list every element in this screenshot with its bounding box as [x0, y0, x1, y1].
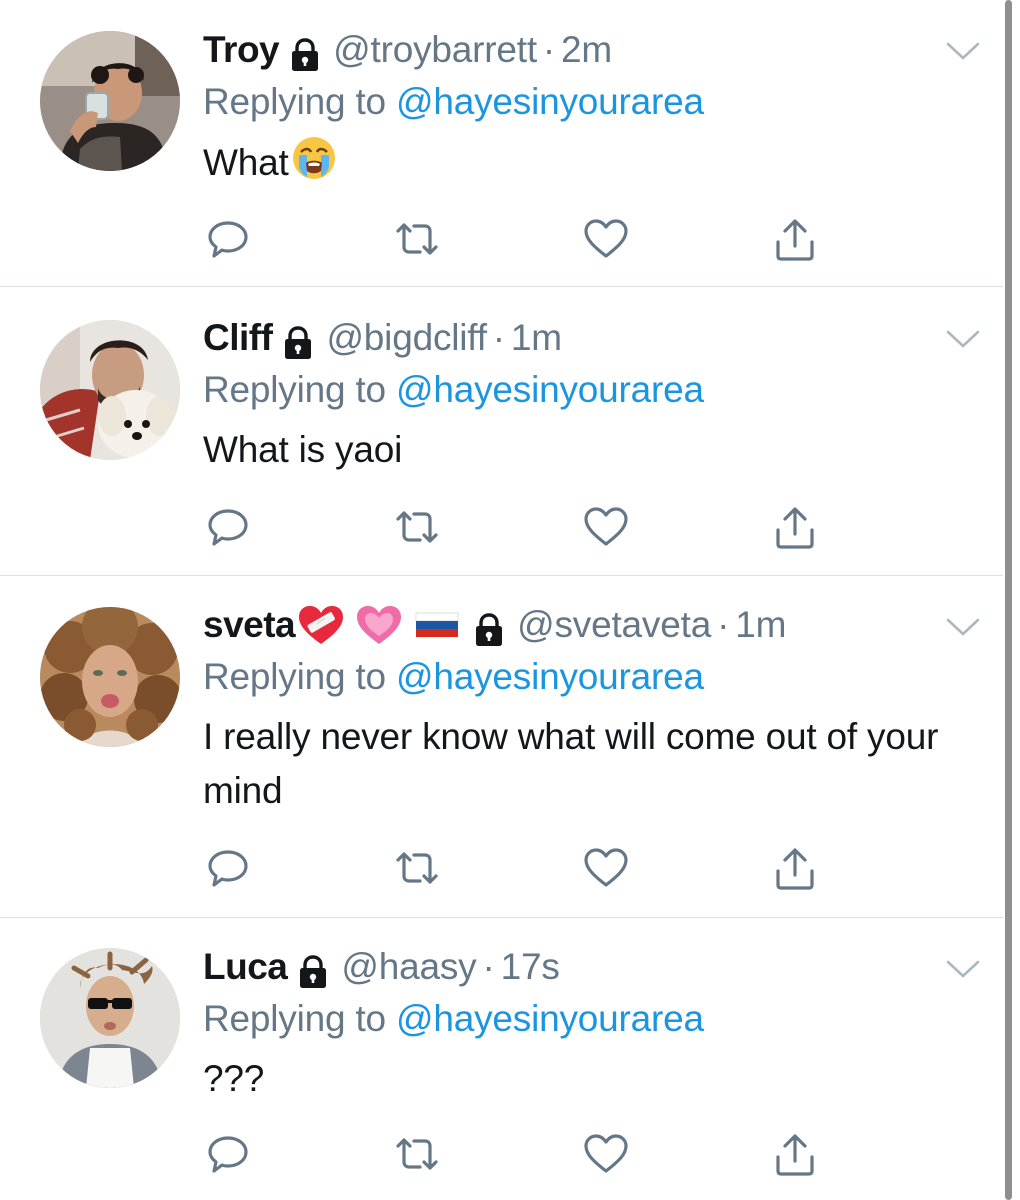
tweet-text-content: What — [203, 142, 289, 183]
retweet-icon[interactable] — [392, 1129, 442, 1179]
replying-to-handle[interactable]: @hayesinyourarea — [396, 369, 704, 410]
lock-icon — [289, 33, 321, 71]
tweet-header: Troy @troybarrett · 2m — [203, 23, 983, 77]
lock-icon — [297, 950, 329, 988]
separator-dot: · — [542, 29, 556, 70]
replying-to-handle[interactable]: @hayesinyourarea — [396, 998, 704, 1039]
tweet-cliff[interactable]: Cliff @bigdcliff · 1m Replying to @hayes… — [0, 287, 1003, 576]
tweet-actions — [203, 843, 823, 893]
tweet-header: Cliff @bigdcliff · 1m — [203, 311, 983, 365]
replying-to-line: Replying to @hayesinyourarea — [203, 994, 983, 1044]
tweet-troy[interactable]: Troy @troybarrett · 2m Replying to @haye… — [0, 0, 1003, 287]
avatar-sveta[interactable] — [40, 607, 180, 747]
avatar-troy[interactable] — [40, 31, 180, 171]
chevron-down-icon[interactable] — [945, 958, 981, 980]
retweet-icon[interactable] — [392, 843, 442, 893]
reply-timeline: Troy @troybarrett · 2m Replying to @haye… — [0, 0, 1003, 1200]
reply-icon[interactable] — [203, 502, 253, 552]
avatar-cliff[interactable] — [40, 320, 180, 460]
timestamp[interactable]: 2m — [561, 23, 612, 77]
user-handle[interactable]: @haasy — [341, 940, 476, 994]
replying-to-label: Replying to — [203, 998, 386, 1039]
display-name[interactable]: Cliff — [203, 311, 273, 365]
lock-icon — [282, 321, 314, 359]
chevron-down-icon[interactable] — [945, 40, 981, 62]
timestamp[interactable]: 17s — [501, 940, 560, 994]
display-name[interactable]: Luca — [203, 940, 288, 994]
scrollbar[interactable] — [1005, 0, 1012, 1200]
tweet-actions — [203, 502, 823, 552]
tweet-sveta[interactable]: sveta @svetaveta · 1m Replying to @hayes… — [0, 576, 1003, 918]
share-icon[interactable] — [770, 1129, 820, 1179]
display-name[interactable]: Troy — [203, 23, 280, 77]
share-icon[interactable] — [770, 214, 820, 264]
retweet-icon[interactable] — [392, 502, 442, 552]
avatar-luca[interactable] — [40, 948, 180, 1088]
heart-icon[interactable] — [581, 1129, 631, 1179]
growing-heart-icon — [355, 604, 403, 646]
reply-icon[interactable] — [203, 214, 253, 264]
chevron-down-icon[interactable] — [945, 328, 981, 350]
separator-dot: · — [482, 946, 495, 987]
user-handle[interactable]: @bigdcliff — [326, 311, 487, 365]
replying-to-label: Replying to — [203, 369, 386, 410]
replying-to-line: Replying to @hayesinyourarea — [203, 652, 983, 702]
heart-icon[interactable] — [581, 214, 631, 264]
replying-to-line: Replying to @hayesinyourarea — [203, 77, 983, 127]
loudly-crying-face-icon — [291, 135, 337, 196]
replying-to-line: Replying to @hayesinyourarea — [203, 365, 983, 415]
mending-heart-icon — [297, 604, 345, 646]
tweet-text: I really never know what will come out o… — [203, 710, 963, 818]
reply-icon[interactable] — [203, 1129, 253, 1179]
separator-dot: · — [492, 317, 505, 358]
tweet-luca[interactable]: Luca @haasy · 17s Replying to @hayesinyo… — [0, 918, 1003, 1200]
tweet-text-content: I really never know what will come out o… — [203, 716, 939, 811]
tweet-actions — [203, 214, 823, 264]
chevron-down-icon[interactable] — [945, 616, 981, 638]
share-icon[interactable] — [770, 843, 820, 893]
tweet-text: ??? — [203, 1052, 983, 1106]
reply-icon[interactable] — [203, 843, 253, 893]
tweet-text: What — [203, 135, 983, 196]
tweet-header: sveta @svetaveta · 1m — [203, 598, 983, 652]
separator-dot: · — [717, 604, 730, 645]
tweet-text-content: ??? — [203, 1058, 265, 1099]
tweet-text-content: What is yaoi — [203, 429, 403, 470]
lock-icon — [473, 608, 505, 646]
user-handle[interactable]: @troybarrett — [333, 23, 537, 77]
tweet-header: Luca @haasy · 17s — [203, 940, 983, 994]
russia-flag-icon — [415, 604, 459, 646]
user-handle[interactable]: @svetaveta — [517, 598, 711, 652]
heart-icon[interactable] — [581, 502, 631, 552]
retweet-icon[interactable] — [392, 214, 442, 264]
replying-to-handle[interactable]: @hayesinyourarea — [396, 656, 704, 697]
tweet-text: What is yaoi — [203, 423, 983, 477]
tweet-actions — [203, 1129, 823, 1179]
replying-to-label: Replying to — [203, 656, 386, 697]
display-name[interactable]: sveta — [203, 598, 296, 652]
replying-to-label: Replying to — [203, 81, 386, 122]
replying-to-handle[interactable]: @hayesinyourarea — [396, 81, 704, 122]
share-icon[interactable] — [770, 502, 820, 552]
heart-icon[interactable] — [581, 843, 631, 893]
timestamp[interactable]: 1m — [735, 598, 786, 652]
timestamp[interactable]: 1m — [511, 311, 562, 365]
